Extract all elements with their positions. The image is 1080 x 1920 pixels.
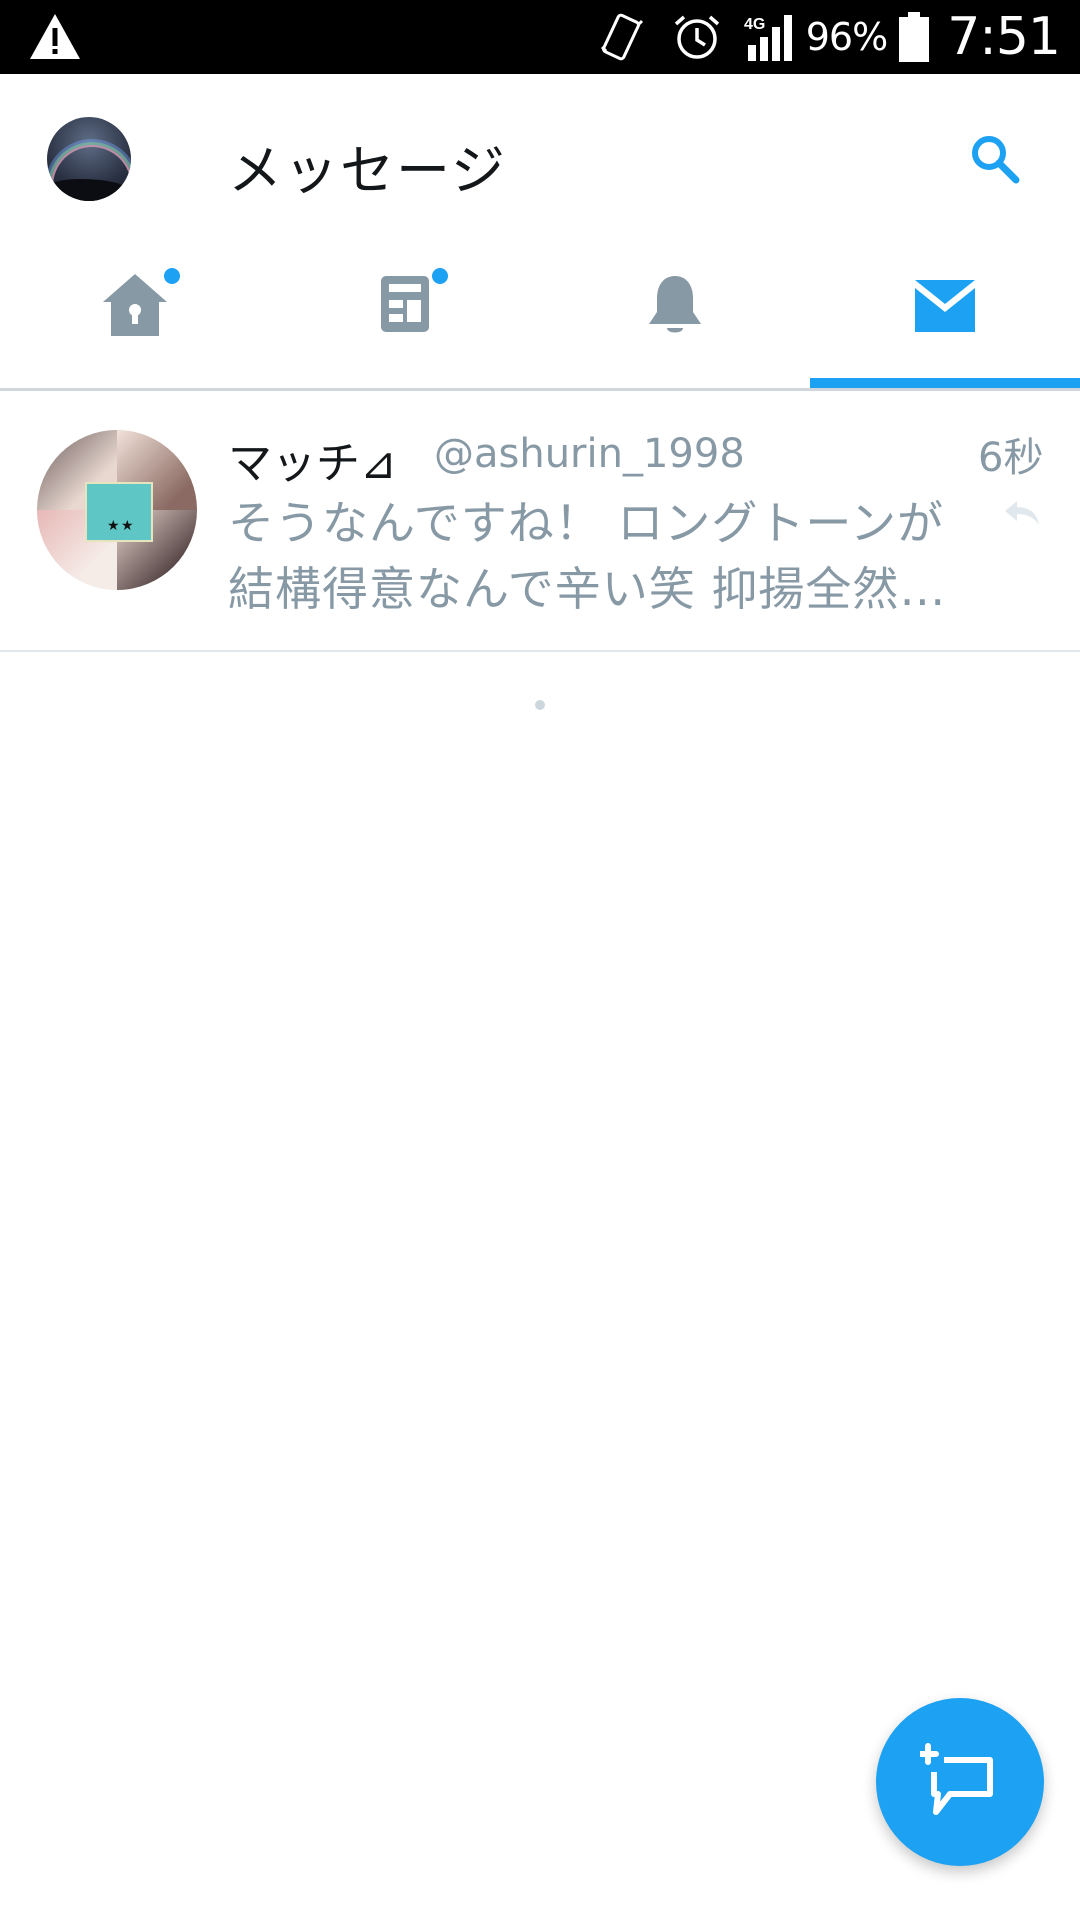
warning-icon <box>30 14 80 59</box>
new-message-icon <box>920 1743 993 1815</box>
reply-icon <box>1005 501 1039 525</box>
battery-percent: 96% <box>805 15 888 59</box>
tab-home[interactable] <box>0 242 270 388</box>
loading-indicator <box>535 700 545 710</box>
tab-notifications[interactable] <box>540 242 810 388</box>
conversation-avatar[interactable]: ★ ★ <box>37 430 197 590</box>
new-message-button[interactable] <box>876 1698 1044 1866</box>
tab-messages[interactable] <box>810 242 1080 388</box>
active-tab-indicator <box>810 378 1080 388</box>
conversation-row[interactable]: ★ ★ マッチ⊿ @ashurin_1998 6秒 そうなんですね！ ロングトー… <box>0 391 1080 650</box>
message-preview-line2: 結構得意なんで辛い笑 抑揚全然… <box>228 562 947 616</box>
app-bar: メッセージ <box>0 74 1080 242</box>
svg-text:4G: 4G <box>744 16 765 33</box>
message-preview-line1: そうなんですね！ ロングトーンが <box>228 496 945 550</box>
home-icon <box>103 274 167 336</box>
message-time: 6秒 <box>978 435 1044 481</box>
moments-badge <box>432 268 448 284</box>
home-badge <box>164 268 180 284</box>
search-icon[interactable] <box>966 130 1022 186</box>
vibrate-icon <box>600 13 643 61</box>
status-bar: 4G 96% 7:51 <box>0 0 1080 74</box>
alarm-icon <box>674 15 719 59</box>
tab-moments[interactable] <box>270 242 540 388</box>
star-icon: ★ <box>121 518 134 534</box>
signal-icon: 4G <box>744 15 792 61</box>
moments-icon <box>381 276 429 332</box>
sender-handle: @ashurin_1998 <box>434 431 745 477</box>
star-icon: ★ <box>107 518 120 534</box>
page-title: メッセージ <box>228 139 507 202</box>
avatar-center-card: ★ ★ <box>85 482 153 542</box>
battery-icon <box>899 12 930 62</box>
bell-icon <box>649 276 701 333</box>
clock: 7:51 <box>947 7 1061 67</box>
divider <box>0 650 1080 652</box>
profile-avatar[interactable] <box>47 117 131 201</box>
tab-bar <box>0 242 1080 388</box>
mail-icon <box>915 280 975 332</box>
sender-name: マッチ⊿ <box>228 438 397 489</box>
